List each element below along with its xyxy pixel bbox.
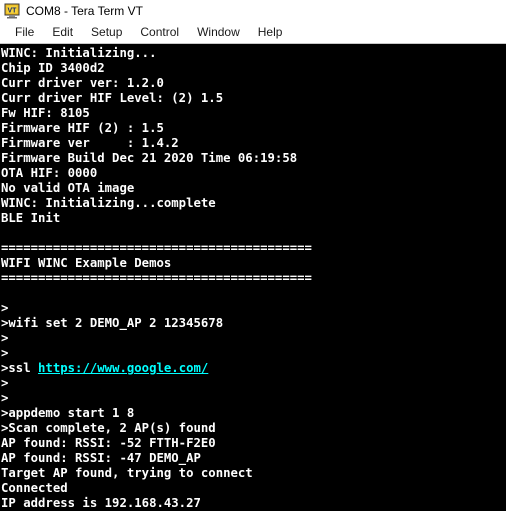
terminal-line-text: WINC: Initializing... [1, 46, 157, 60]
terminal-line-text: IP address is 192.168.43.27 [1, 496, 201, 510]
terminal-line: Curr driver HIF Level: (2) 1.5 [1, 91, 506, 106]
terminal-line-text: WINC: Initializing...complete [1, 196, 216, 210]
terminal-line-text: Firmware ver : 1.4.2 [1, 136, 179, 150]
terminal-line-text: Curr driver ver: 1.2.0 [1, 76, 164, 90]
terminal-line-text: Connected [1, 481, 68, 495]
menubar: File Edit Setup Control Window Help [0, 22, 506, 44]
terminal-line: Firmware HIF (2) : 1.5 [1, 121, 506, 136]
menu-help[interactable]: Help [249, 23, 292, 42]
titlebar: VT COM8 - Tera Term VT [0, 0, 506, 22]
terminal-line-text: Fw HIF: 8105 [1, 106, 90, 120]
terminal-line: Curr driver ver: 1.2.0 [1, 76, 506, 91]
terminal-line: > [1, 391, 506, 406]
terminal-line: OTA HIF: 0000 [1, 166, 506, 181]
terminal-line: Connected [1, 481, 506, 496]
terminal-line: IP address is 192.168.43.27 [1, 496, 506, 511]
terminal-line-text: >wifi set 2 DEMO_AP 2 12345678 [1, 316, 224, 330]
terminal-line-text: AP found: RSSI: -47 DEMO_AP [1, 451, 201, 465]
terminal-line-text: Firmware HIF (2) : 1.5 [1, 121, 164, 135]
terminal-line-text: No valid OTA image [1, 181, 135, 195]
terminal-line: ========================================… [1, 241, 506, 256]
terminal-line: No valid OTA image [1, 181, 506, 196]
terminal-line: WINC: Initializing... [1, 46, 506, 61]
terminal-line-text: BLE Init [1, 211, 61, 225]
menu-edit[interactable]: Edit [43, 23, 82, 42]
terminal-line: > [1, 331, 506, 346]
terminal-line-text: >ssl [1, 361, 39, 375]
menu-file[interactable]: File [6, 23, 43, 42]
menu-control[interactable]: Control [131, 23, 188, 42]
terminal-line: > [1, 301, 506, 316]
terminal-line-text: ========================================… [1, 271, 312, 285]
terminal-line: Target AP found, trying to connect [1, 466, 506, 481]
terminal-line-text: > [1, 301, 9, 315]
terminal-line-text: Chip ID 3400d2 [1, 61, 105, 75]
terminal-line-text: Curr driver HIF Level: (2) 1.5 [1, 91, 224, 105]
svg-text:VT: VT [8, 8, 18, 15]
terminal-line: ========================================… [1, 271, 506, 286]
terminal-line-text: Firmware Build Dec 21 2020 Time 06:19:58 [1, 151, 298, 165]
terminal-line: WIFI WINC Example Demos [1, 256, 506, 271]
terminal-line-text: ========================================… [1, 241, 312, 255]
terminal-line: Firmware ver : 1.4.2 [1, 136, 506, 151]
terminal-line-text: >Scan complete, 2 AP(s) found [1, 421, 216, 435]
terminal-line-text: >appdemo start 1 8 [1, 406, 135, 420]
terminal-line: Firmware Build Dec 21 2020 Time 06:19:58 [1, 151, 506, 166]
terminal-line: >Scan complete, 2 AP(s) found [1, 421, 506, 436]
terminal-line: >wifi set 2 DEMO_AP 2 12345678 [1, 316, 506, 331]
terminal-vt-icon: VT [4, 3, 20, 19]
terminal-line: >appdemo start 1 8 [1, 406, 506, 421]
terminal-line: > [1, 346, 506, 361]
terminal-line: Fw HIF: 8105 [1, 106, 506, 121]
terminal-line-text: > [1, 391, 9, 405]
terminal-line: > [1, 376, 506, 391]
terminal-line-text: OTA HIF: 0000 [1, 166, 98, 180]
terminal-line-text: WIFI WINC Example Demos [1, 256, 172, 270]
terminal-line-text: > [1, 376, 9, 390]
terminal-line: AP found: RSSI: -52 FTTH-F2E0 [1, 436, 506, 451]
menu-window[interactable]: Window [188, 23, 249, 42]
window-title: COM8 - Tera Term VT [26, 4, 143, 18]
terminal-line: AP found: RSSI: -47 DEMO_AP [1, 451, 506, 466]
terminal-line-text: AP found: RSSI: -52 FTTH-F2E0 [1, 436, 216, 450]
terminal-line-text: > [1, 346, 9, 360]
terminal-line-text: Target AP found, trying to connect [1, 466, 253, 480]
terminal-line-text: > [1, 331, 9, 345]
menu-setup[interactable]: Setup [82, 23, 131, 42]
terminal-hyperlink[interactable]: https://www.google.com/ [38, 361, 208, 375]
terminal-line: Chip ID 3400d2 [1, 61, 506, 76]
terminal-line: BLE Init [1, 211, 506, 226]
terminal-output[interactable]: WINC: Initializing... Chip ID 3400d2 Curr … [0, 44, 506, 511]
tera-term-window: VT COM8 - Tera Term VT File Edit Setup C… [0, 0, 506, 511]
terminal-line: >ssl https://www.google.com/ [1, 361, 506, 376]
terminal-line: WINC: Initializing...complete [1, 196, 506, 211]
